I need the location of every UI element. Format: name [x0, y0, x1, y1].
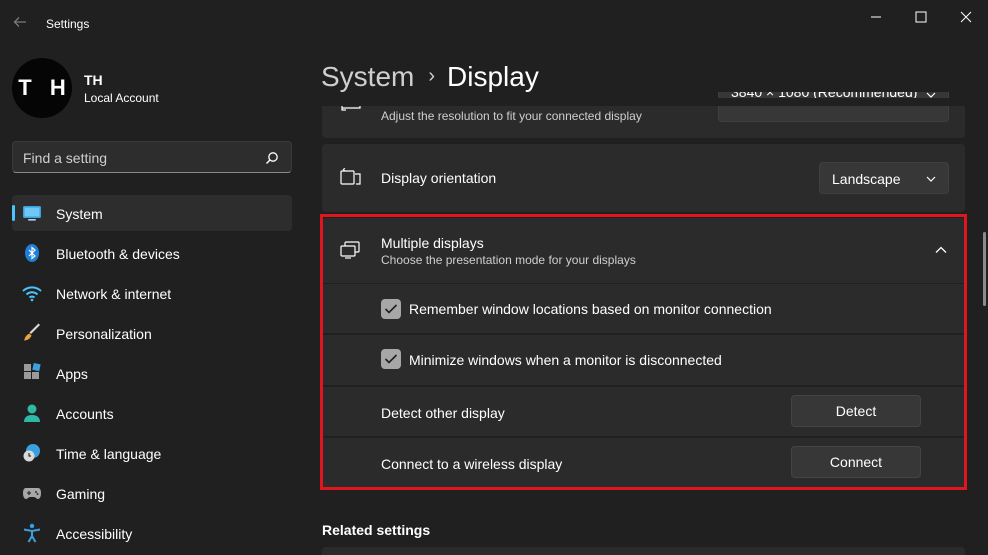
breadcrumb-separator: › — [428, 65, 436, 87]
maximize-icon — [915, 11, 927, 23]
scrollbar[interactable] — [983, 232, 986, 306]
sidebar-item-label: System — [56, 206, 103, 222]
multiple-displays-header[interactable]: Multiple displays Choose the presentatio… — [322, 218, 965, 283]
connect-button[interactable]: Connect — [791, 446, 921, 478]
sidebar-item-network[interactable]: Network & internet — [12, 275, 292, 311]
chevron-down-icon — [926, 176, 936, 182]
system-monitor-icon — [23, 206, 41, 221]
title-bar: Settings — [0, 0, 988, 48]
rotate-display-icon — [340, 168, 361, 185]
sidebar-item-system[interactable]: System — [12, 195, 292, 231]
minimize-windows-checkbox[interactable] — [381, 349, 401, 369]
checkmark-icon — [384, 354, 398, 364]
sidebar-item-apps[interactable]: Apps — [12, 355, 292, 391]
clock-globe-icon — [23, 444, 40, 462]
sidebar-item-label: Network & internet — [56, 286, 172, 302]
connect-wireless-label: Connect to a wireless display — [381, 456, 563, 472]
bluetooth-icon — [25, 244, 39, 262]
minimize-windows-label: Minimize windows when a monitor is disco… — [409, 352, 722, 368]
orientation-dropdown[interactable]: Landscape — [819, 162, 949, 194]
remember-window-locations-checkbox[interactable] — [381, 299, 401, 319]
related-settings-card[interactable] — [322, 547, 965, 555]
sidebar-nav: System Bluetooth & devices Network & int… — [12, 195, 292, 555]
sidebar-item-label: Time & language — [56, 446, 162, 462]
avatar: T H — [12, 58, 72, 118]
display-orientation-card: Display orientation Landscape — [322, 144, 965, 212]
detect-button[interactable]: Detect — [791, 395, 921, 427]
sidebar-item-gaming[interactable]: Gaming — [12, 475, 292, 511]
minimize-icon — [871, 16, 881, 18]
breadcrumb: System › Display — [321, 58, 539, 98]
back-arrow-icon[interactable] — [12, 14, 30, 32]
detect-display-row: Detect other display Detect — [322, 387, 965, 436]
multiple-displays-title: Multiple displays — [381, 235, 484, 251]
search-input[interactable]: Find a setting — [12, 141, 292, 173]
close-button[interactable] — [946, 4, 986, 30]
remember-window-locations-row: Remember window locations based on monit… — [322, 284, 965, 333]
brush-icon — [24, 323, 40, 341]
sidebar-item-bluetooth[interactable]: Bluetooth & devices — [12, 235, 292, 271]
multiple-displays-subtitle: Choose the presentation mode for your di… — [381, 253, 636, 267]
apps-icon — [24, 363, 41, 379]
page-title: Display — [447, 61, 539, 92]
sidebar-item-label: Personalization — [56, 326, 152, 342]
sidebar-item-label: Accounts — [56, 406, 114, 422]
person-icon — [24, 404, 40, 422]
profile-account-type: Local Account — [84, 91, 159, 105]
window-title: Settings — [46, 17, 90, 31]
minimize-button[interactable] — [856, 4, 896, 30]
profile-name: TH — [84, 72, 103, 88]
sidebar-item-label: Apps — [56, 366, 88, 382]
chevron-up-icon[interactable] — [934, 245, 948, 255]
close-icon — [960, 11, 972, 23]
search-placeholder: Find a setting — [23, 150, 108, 166]
sidebar-item-personalization[interactable]: Personalization — [12, 315, 292, 351]
breadcrumb-parent[interactable]: System — [321, 61, 414, 92]
checkmark-icon — [384, 304, 398, 314]
detect-display-label: Detect other display — [381, 405, 505, 421]
wifi-icon — [22, 286, 42, 302]
gamepad-icon — [23, 488, 41, 499]
scroll-mask — [322, 98, 965, 106]
multiple-displays-icon — [340, 241, 360, 259]
sidebar-item-label: Gaming — [56, 486, 106, 502]
maximize-button[interactable] — [901, 4, 941, 30]
sidebar-item-accounts[interactable]: Accounts — [12, 395, 292, 431]
search-icon — [266, 152, 278, 164]
connect-wireless-row: Connect to a wireless display Connect — [322, 438, 965, 488]
display-resolution-card: Adjust the resolution to fit your connec… — [322, 92, 965, 138]
minimize-windows-row: Minimize windows when a monitor is disco… — [322, 335, 965, 385]
accessibility-icon — [23, 523, 41, 543]
sidebar-item-accessibility[interactable]: Accessibility — [12, 515, 292, 551]
orientation-title: Display orientation — [381, 170, 497, 186]
sidebar-item-label: Bluetooth & devices — [56, 246, 180, 262]
remember-window-locations-label: Remember window locations based on monit… — [409, 301, 772, 317]
related-settings-title: Related settings — [322, 522, 431, 538]
user-profile[interactable]: T H TH Local Account — [12, 58, 302, 118]
resolution-subtitle: Adjust the resolution to fit your connec… — [381, 109, 642, 123]
orientation-value: Landscape — [832, 171, 901, 187]
sidebar-item-time-language[interactable]: Time & language — [12, 435, 292, 471]
sidebar-item-label: Accessibility — [56, 526, 133, 542]
resolution-dropdown[interactable]: 3840 × 1080 (Recommended) — [718, 92, 949, 122]
